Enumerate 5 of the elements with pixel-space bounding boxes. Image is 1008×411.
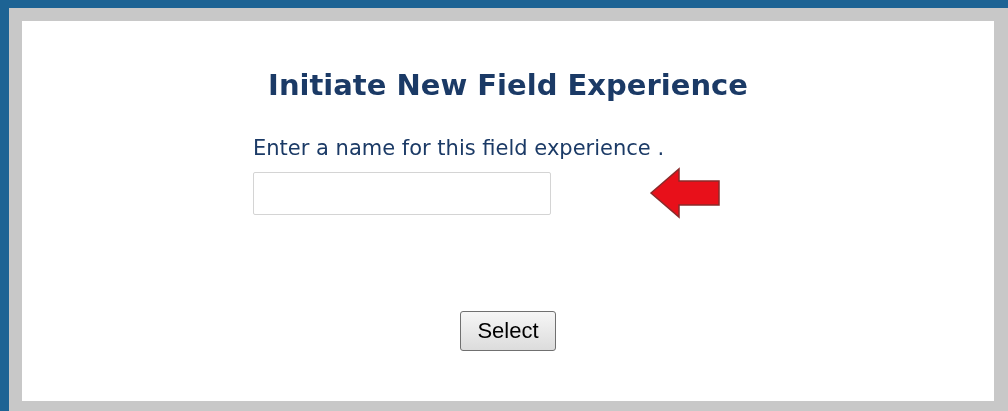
field-label: Enter a name for this field experience . [253, 136, 666, 160]
arrow-icon [649, 165, 721, 221]
name-input-field[interactable] [253, 171, 551, 215]
form-title: Initiate New Field Experience [268, 68, 748, 102]
select-button[interactable]: Select [460, 311, 556, 351]
